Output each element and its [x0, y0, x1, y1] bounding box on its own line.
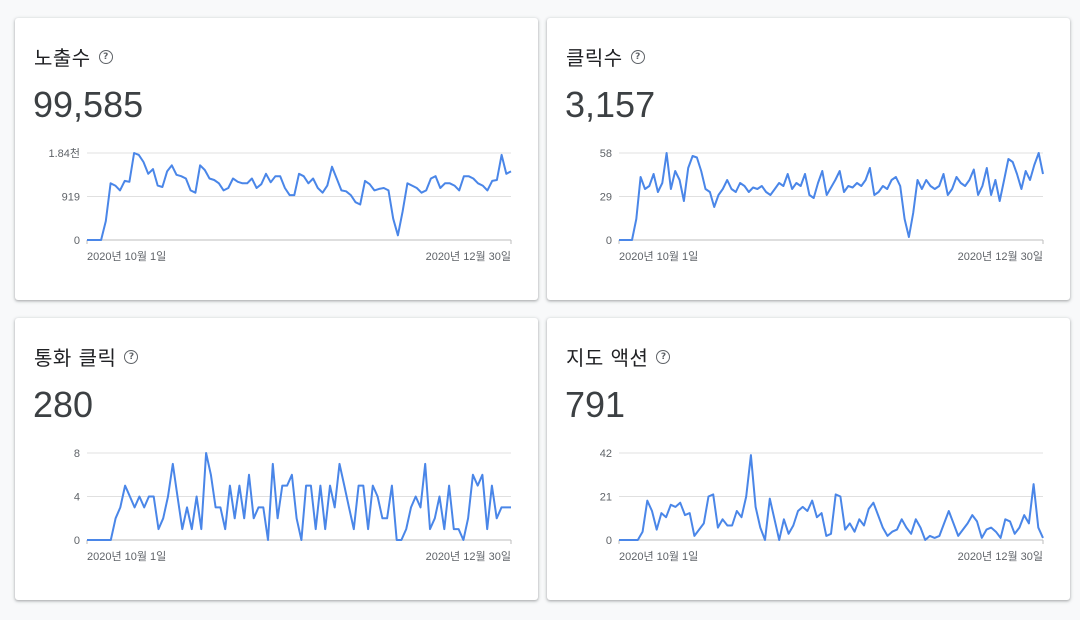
x-tick-label: 2020년 10월 1일: [619, 249, 698, 263]
metric-value: 791: [565, 384, 626, 425]
card-title: 지도 액션: [566, 346, 649, 370]
line-chart: 42 21 0 2020년 10월 1일 2020년 12월 30일: [600, 448, 1044, 563]
x-tick-label: 2020년 10월 1일: [87, 249, 166, 263]
y-tick-label: 0: [606, 235, 612, 247]
card-title: 노출수: [34, 46, 91, 70]
line-chart: 1.84천 919 0 2020년 10월 1일 2020년 12월 30일: [48, 146, 512, 263]
help-circle-icon[interactable]: ?: [98, 49, 113, 64]
help-circle-icon[interactable]: ?: [124, 349, 139, 364]
card-impressions: 노출수 ? 99,585 1.84천 919 0 2020년 10월 1일 2020년 …: [15, 18, 538, 300]
y-tick-label: 919: [62, 192, 80, 204]
x-tick-label: 2020년 10월 1일: [87, 549, 166, 563]
card-clicks: 클릭수 ? 3,157 58 29 0 2020년 10월 1일 2020년 12월 3…: [547, 18, 1070, 300]
y-tick-label: 8: [74, 448, 80, 460]
x-tick-label: 2020년 12월 30일: [958, 549, 1043, 563]
line-chart: 8 4 0 2020년 10월 1일 2020년 12월 30일: [74, 448, 512, 563]
x-tick-label: 2020년 12월 30일: [426, 249, 511, 263]
x-tick-label: 2020년 12월 30일: [958, 249, 1043, 263]
undefined: [619, 454, 1044, 541]
y-tick-label: 42: [600, 448, 612, 460]
line-chart: 58 29 0 2020년 10월 1일 2020년 12월 30일: [600, 148, 1044, 263]
y-tick-label: 0: [606, 535, 612, 547]
metric-value: 3,157: [565, 84, 656, 125]
card-call-clicks: 통화 클릭 ? 280 8 4 0 2020년 10월 1일 2020년 12월 30일: [15, 318, 538, 600]
x-tick-label: 2020년 12월 30일: [426, 549, 511, 563]
y-tick-label: 58: [600, 148, 612, 160]
card-title: 클릭수: [566, 46, 623, 70]
card-map-actions: 지도 액션 ? 791 42 21 0 2020년 10월 1일 2020년 12월 3…: [547, 318, 1070, 600]
y-tick-label: 1.84천: [48, 146, 80, 160]
y-tick-label: 29: [600, 192, 612, 204]
y-tick-label: 0: [74, 535, 80, 547]
x-tick-label: 2020년 10월 1일: [619, 549, 698, 563]
card-title: 통화 클릭: [34, 346, 117, 370]
y-tick-label: 21: [600, 492, 612, 504]
metric-value: 280: [33, 384, 94, 425]
help-circle-icon[interactable]: ?: [630, 49, 645, 64]
y-tick-label: 4: [74, 492, 80, 504]
metric-value: 99,585: [33, 84, 144, 125]
y-tick-label: 0: [74, 235, 80, 247]
help-circle-icon[interactable]: ?: [656, 349, 671, 364]
